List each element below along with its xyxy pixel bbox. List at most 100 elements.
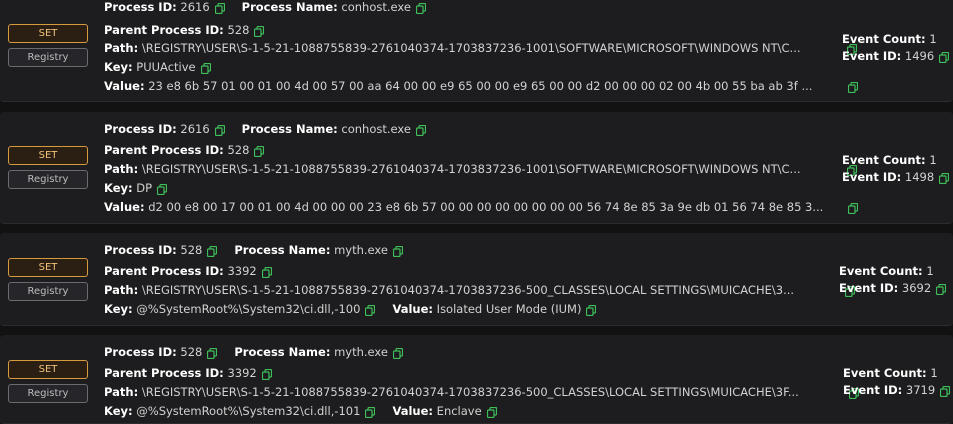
copy-icon[interactable] — [214, 124, 225, 136]
set-badge: SET — [8, 360, 88, 379]
copy-icon[interactable] — [254, 25, 265, 37]
process-id-label: Process ID: — [104, 122, 177, 136]
event-id-label: Event ID: — [842, 170, 902, 184]
event-count-value: 1 — [929, 153, 937, 167]
copy-icon[interactable] — [415, 124, 426, 136]
set-badge: SET — [8, 146, 88, 165]
parent-process-line: Parent Process ID: 528 — [104, 23, 265, 38]
event-id-line: Event ID: 3692 — [839, 281, 947, 296]
value-value: Isolated User Mode (IUM) — [436, 302, 582, 316]
value-label: Value: — [104, 79, 145, 93]
key-line: Key: @%SystemRoot%\System32\ci.dll,-101 … — [104, 404, 497, 419]
copy-icon[interactable] — [939, 172, 950, 184]
parent-process-id-value: 528 — [227, 23, 250, 37]
path-value: \REGISTRY\USER\S-1-5-21-1088755839-27610… — [141, 385, 799, 399]
key-value: @%SystemRoot%\System32\ci.dll,-101 — [136, 404, 361, 418]
copy-icon[interactable] — [486, 406, 497, 418]
value-label: Value: — [392, 302, 434, 316]
copy-icon[interactable] — [848, 81, 859, 93]
process-line: Process ID: 2616 Process Name: conhost.e… — [104, 0, 426, 15]
path-line: Path: \REGISTRY\USER\S-1-5-21-1088755839… — [104, 41, 857, 56]
parent-process-id-label: Parent Process ID: — [104, 143, 224, 157]
copy-icon[interactable] — [214, 2, 225, 14]
key-label: Key: — [104, 60, 133, 74]
value-label: Value: — [104, 200, 145, 214]
event-count-label: Event Count: — [843, 366, 927, 380]
registry-badge: Registry — [8, 384, 88, 403]
value-value: 23 e8 6b 57 01 00 01 00 4d 00 57 00 aa 6… — [148, 79, 813, 93]
event-id-value: 3719 — [905, 383, 936, 397]
parent-process-line: Parent Process ID: 3392 — [104, 366, 272, 381]
copy-icon[interactable] — [157, 183, 168, 195]
event-count-value: 1 — [926, 264, 934, 278]
path-line: Path: \REGISTRY\USER\S-1-5-21-1088755839… — [104, 162, 857, 177]
value-label: Value: — [392, 404, 434, 418]
event-id-label: Event ID: — [843, 383, 903, 397]
process-line: Process ID: 2616 Process Name: conhost.e… — [104, 122, 426, 137]
event-count-label: Event Count: — [842, 32, 926, 46]
event-card[interactable]: SET Registry Process ID: 2616 Process Na… — [0, 112, 953, 224]
process-id-label: Process ID: — [104, 345, 177, 359]
value-value: d2 00 e8 00 17 00 01 00 4d 00 00 00 23 e… — [148, 200, 824, 214]
process-name-label: Process Name: — [241, 0, 338, 14]
parent-process-id-value: 3392 — [227, 366, 257, 380]
event-count-label: Event Count: — [842, 153, 926, 167]
set-badge: SET — [8, 24, 88, 43]
copy-icon[interactable] — [392, 347, 403, 359]
value-line: Value: 23 e8 6b 57 01 00 01 00 4d 00 57 … — [104, 79, 859, 94]
process-id-label: Process ID: — [104, 243, 177, 257]
path-label: Path: — [104, 41, 139, 55]
copy-icon[interactable] — [365, 406, 376, 418]
key-value: DP — [136, 181, 153, 195]
key-value: @%SystemRoot%\System32\ci.dll,-100 — [136, 302, 361, 316]
key-label: Key: — [104, 302, 133, 316]
copy-icon[interactable] — [415, 2, 426, 14]
copy-icon[interactable] — [207, 245, 218, 257]
parent-process-id-label: Parent Process ID: — [104, 264, 224, 278]
copy-icon[interactable] — [586, 304, 597, 316]
event-count-line: Event Count: 1 — [843, 366, 938, 381]
event-id-label: Event ID: — [839, 281, 899, 295]
process-id-value: 528 — [180, 243, 203, 257]
copy-icon[interactable] — [848, 202, 859, 214]
process-id-label: Process ID: — [104, 0, 177, 14]
key-label: Key: — [104, 404, 133, 418]
path-value: \REGISTRY\USER\S-1-5-21-1088755839-27610… — [141, 162, 801, 176]
copy-icon[interactable] — [261, 266, 272, 278]
process-id-value: 2616 — [180, 0, 210, 14]
copy-icon[interactable] — [200, 62, 211, 74]
process-id-value: 2616 — [180, 122, 210, 136]
copy-icon[interactable] — [392, 245, 403, 257]
event-id-label: Event ID: — [842, 49, 902, 63]
event-id-line: Event ID: 1496 — [842, 49, 950, 64]
copy-icon[interactable] — [940, 385, 951, 397]
event-id-value: 1498 — [904, 170, 935, 184]
path-value: \REGISTRY\USER\S-1-5-21-1088755839-27610… — [141, 283, 795, 297]
event-id-value: 1496 — [904, 49, 935, 63]
process-id-value: 528 — [180, 345, 203, 359]
copy-icon[interactable] — [254, 145, 265, 157]
path-line: Path: \REGISTRY\USER\S-1-5-21-1088755839… — [104, 385, 859, 400]
event-id-line: Event ID: 1498 — [842, 170, 950, 185]
process-name-label: Process Name: — [241, 122, 338, 136]
path-value: \REGISTRY\USER\S-1-5-21-1088755839-27610… — [141, 41, 801, 55]
process-name-value: conhost.exe — [341, 122, 411, 136]
value-line: Value: d2 00 e8 00 17 00 01 00 4d 00 00 … — [104, 200, 859, 215]
event-id-line: Event ID: 3719 — [843, 383, 951, 398]
copy-icon[interactable] — [939, 51, 950, 63]
event-card[interactable]: SET Registry Process ID: 528 Process Nam… — [0, 335, 953, 424]
process-name-label: Process Name: — [234, 345, 331, 359]
event-id-value: 3692 — [901, 281, 932, 295]
process-name-value: conhost.exe — [341, 0, 411, 14]
event-card[interactable]: SET Registry Process ID: 2616 Process Na… — [0, 0, 953, 102]
event-card[interactable]: SET Registry Process ID: 528 Process Nam… — [0, 233, 953, 326]
parent-process-id-label: Parent Process ID: — [104, 366, 224, 380]
path-label: Path: — [104, 162, 139, 176]
process-line: Process ID: 528 Process Name: myth.exe — [104, 345, 403, 360]
registry-badge: Registry — [8, 282, 88, 301]
copy-icon[interactable] — [261, 368, 272, 380]
event-count-value: 1 — [929, 32, 937, 46]
copy-icon[interactable] — [936, 283, 947, 295]
copy-icon[interactable] — [207, 347, 218, 359]
copy-icon[interactable] — [365, 304, 376, 316]
